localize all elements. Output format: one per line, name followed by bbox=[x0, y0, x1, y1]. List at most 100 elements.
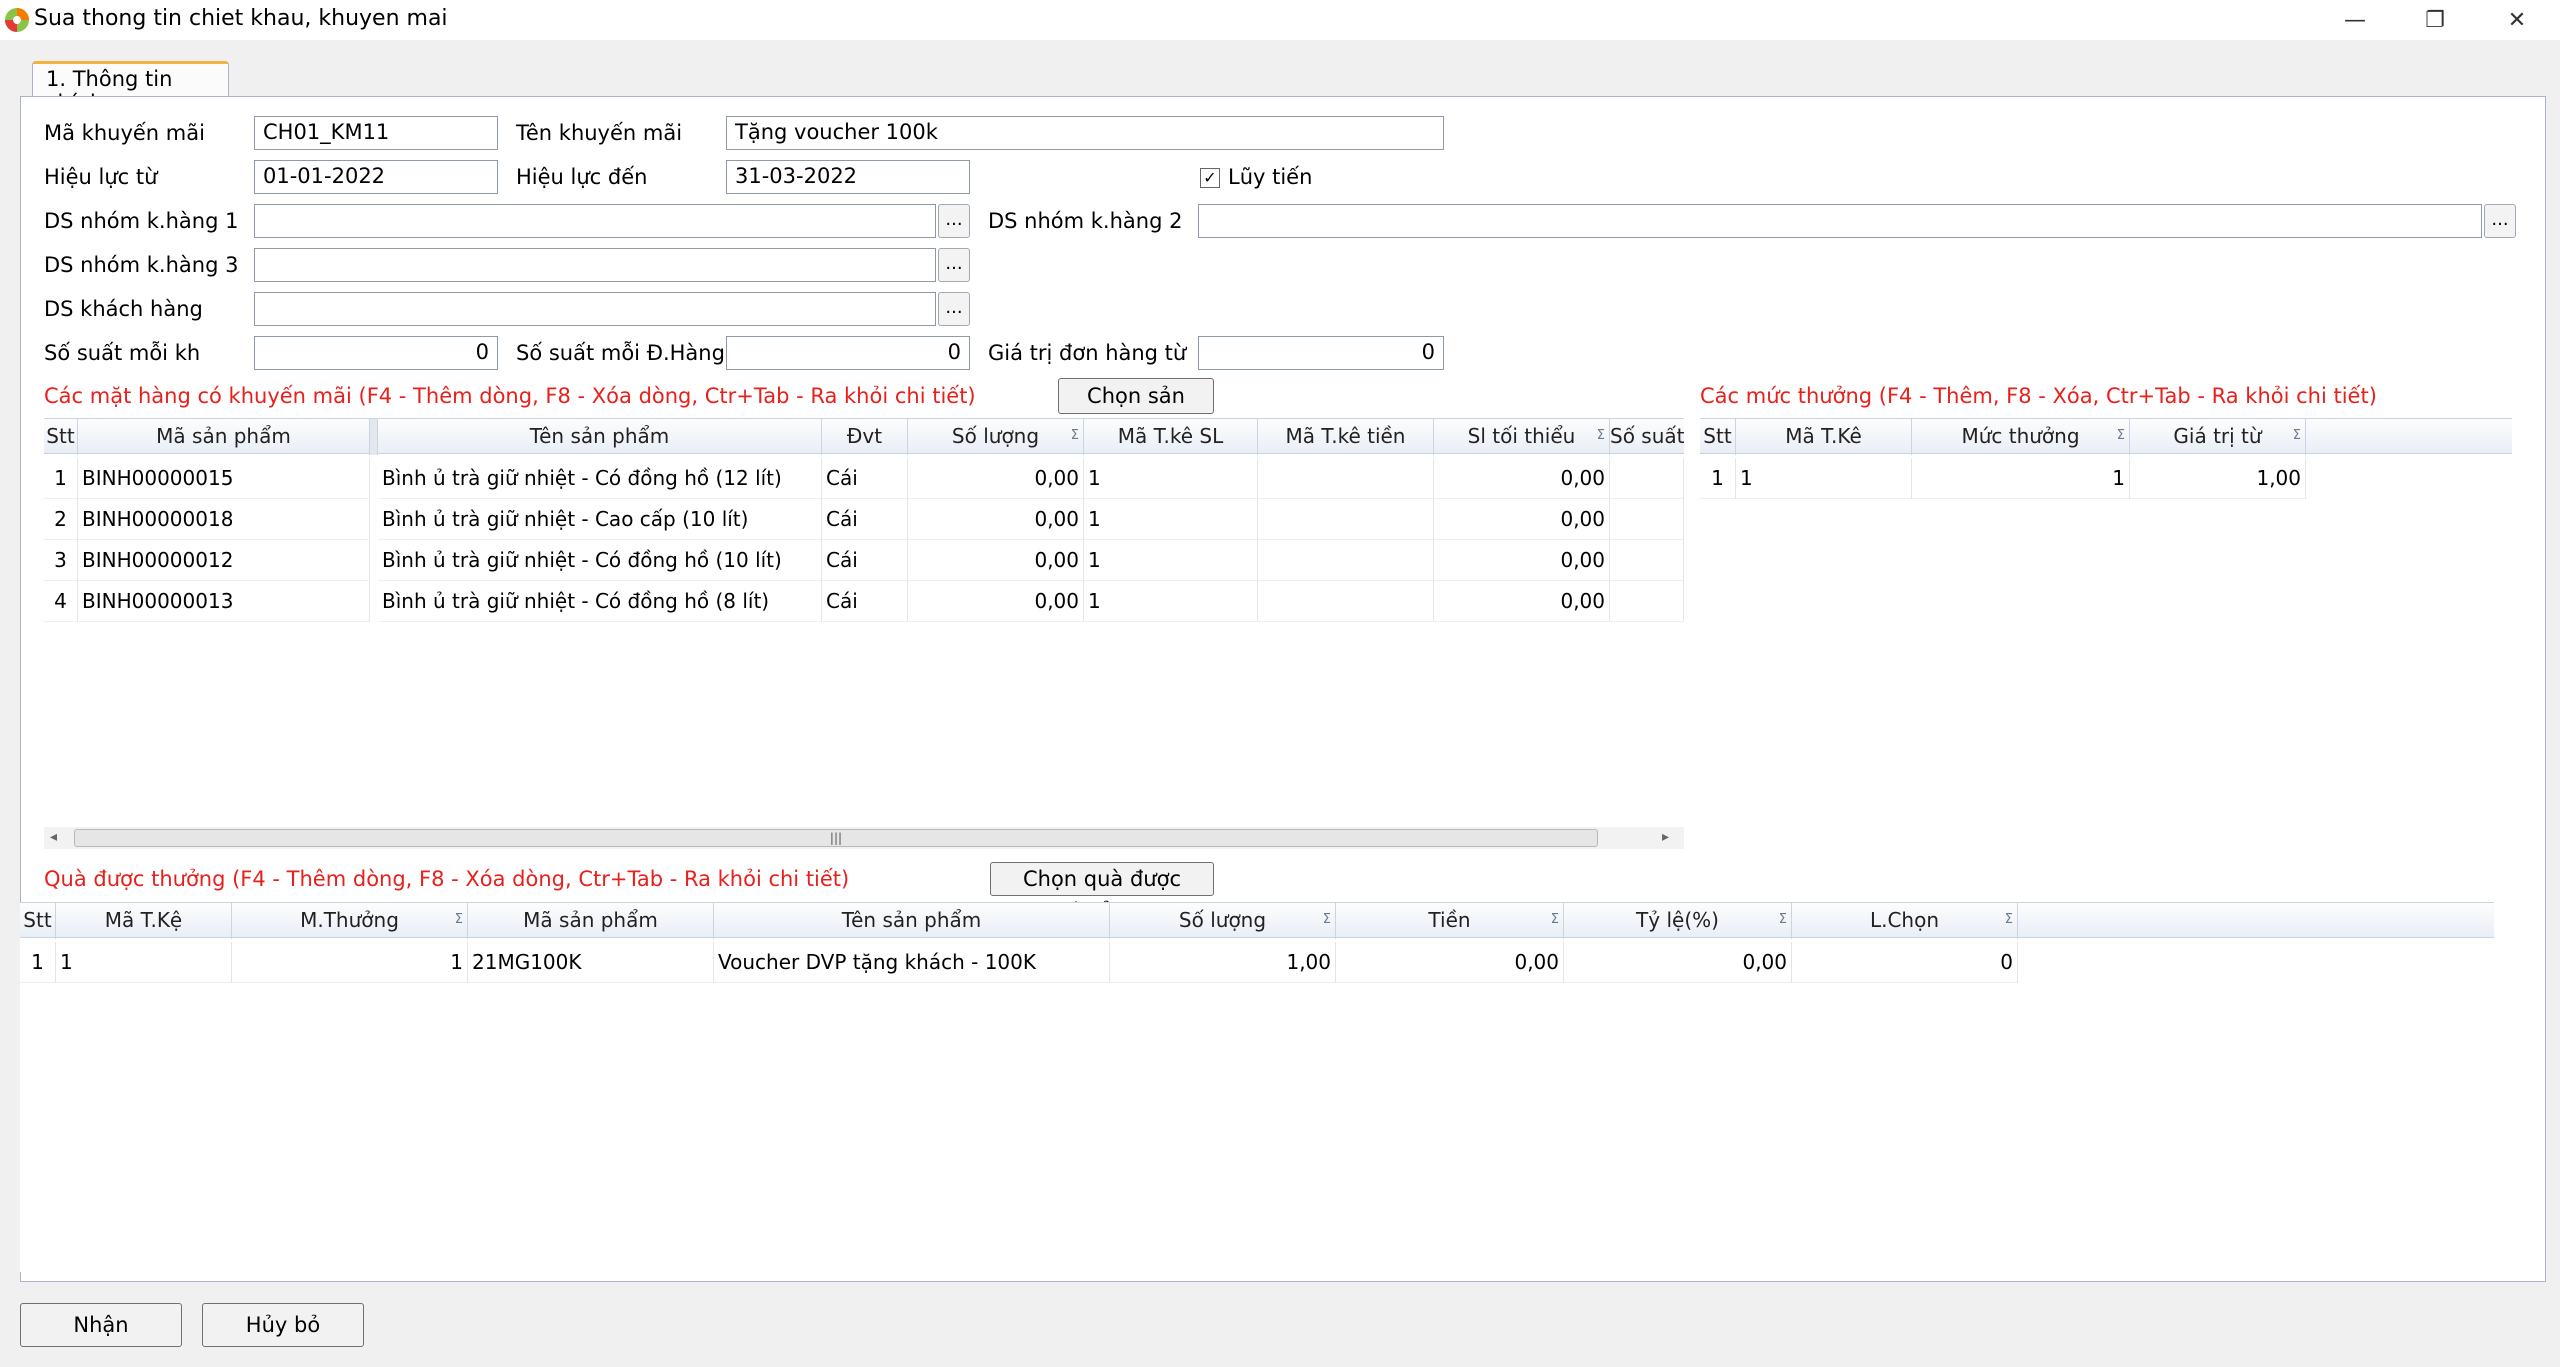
col-stt[interactable]: Stt bbox=[44, 419, 78, 455]
cell-so-suat[interactable] bbox=[1610, 581, 1684, 622]
cell-tien[interactable]: 0,00 bbox=[1336, 942, 1564, 983]
cell-dvt[interactable]: Cái bbox=[822, 581, 908, 622]
col-m-thuong[interactable]: M.Thưởng Σ bbox=[232, 903, 468, 939]
cell-so-luong[interactable]: 1,00 bbox=[1110, 942, 1336, 983]
cell-ma-san-pham[interactable]: BINH00000018 bbox=[78, 499, 370, 540]
col-ten-san-pham[interactable]: Tên sản phẩm bbox=[714, 903, 1110, 939]
cell-stt[interactable]: 2 bbox=[44, 499, 78, 540]
cell-ma-tke-tien[interactable] bbox=[1258, 581, 1434, 622]
chon-qua-duoc-thuong-button[interactable]: Chọn quà được thưởng bbox=[990, 862, 1214, 923]
ten-khuyen-mai-input[interactable]: Tặng voucher 100k bbox=[726, 116, 1444, 150]
cell-gia-tri-tu[interactable]: 1,00 bbox=[2130, 458, 2306, 499]
hieu-luc-den-input[interactable]: 31-03-2022 bbox=[726, 160, 970, 194]
restore-button[interactable]: ❐ bbox=[2400, 0, 2470, 40]
cell-ma-san-pham[interactable]: BINH00000013 bbox=[78, 581, 370, 622]
cell-ten-san-pham[interactable]: Bình ủ trà giữ nhiệt - Có đồng hồ (8 lít… bbox=[378, 581, 822, 622]
sum-icon[interactable]: Σ bbox=[1323, 903, 1331, 937]
cell-so-luong[interactable]: 0,00 bbox=[908, 458, 1084, 499]
cell-ten-san-pham[interactable]: Bình ủ trà giữ nhiệt - Cao cấp (10 lít) bbox=[378, 499, 822, 540]
chon-san-pham-button[interactable]: Chọn sản phẩm bbox=[1058, 378, 1214, 442]
luy-tien-checkbox[interactable]: ✓ bbox=[1200, 168, 1220, 188]
cell-stt[interactable]: 1 bbox=[44, 458, 78, 499]
scroll-right-icon[interactable]: ▸ bbox=[1662, 829, 1669, 845]
cell-so-suat[interactable] bbox=[1610, 458, 1684, 499]
cell-ty-le[interactable]: 0,00 bbox=[1564, 942, 1792, 983]
cell-so-luong[interactable]: 0,00 bbox=[908, 499, 1084, 540]
cell-stt[interactable]: 1 bbox=[1700, 458, 1736, 499]
cell-ma-tke-sl[interactable]: 1 bbox=[1084, 458, 1258, 499]
ds-nhom-kh-1-browse-button[interactable]: ... bbox=[938, 204, 970, 238]
sum-icon[interactable]: Σ bbox=[2293, 419, 2301, 453]
close-button[interactable]: ✕ bbox=[2482, 0, 2552, 40]
cell-dvt[interactable]: Cái bbox=[822, 499, 908, 540]
cell-so-suat[interactable] bbox=[1610, 540, 1684, 581]
col-ma-san-pham[interactable]: Mã sản phẩm bbox=[78, 419, 370, 455]
col-l-chon[interactable]: L.Chọn Σ bbox=[1792, 903, 2018, 939]
cell-ma-tke-tien[interactable] bbox=[1258, 499, 1434, 540]
cell-sl-toi-thieu[interactable]: 0,00 bbox=[1434, 581, 1610, 622]
cell-so-suat[interactable] bbox=[1610, 499, 1684, 540]
sum-icon[interactable]: Σ bbox=[1071, 419, 1079, 453]
cell-so-luong[interactable]: 0,00 bbox=[908, 540, 1084, 581]
sum-icon[interactable]: Σ bbox=[1597, 419, 1605, 453]
cell-ma-san-pham[interactable]: 21MG100K bbox=[468, 942, 714, 983]
cell-ma-san-pham[interactable]: BINH00000012 bbox=[78, 540, 370, 581]
products-hscroll-thumb[interactable]: ||| bbox=[74, 829, 1598, 847]
huy-bo-button[interactable]: Hủy bỏ bbox=[202, 1303, 364, 1347]
minimize-button[interactable]: — bbox=[2320, 0, 2390, 40]
cell-ma-tke[interactable]: 1 bbox=[56, 942, 232, 983]
col-ma-san-pham[interactable]: Mã sản phẩm bbox=[468, 903, 714, 939]
levels-grid[interactable]: Stt Mã T.Kê Mức thưởng Σ Giá trị từ Σ 1111… bbox=[1700, 418, 2512, 854]
cell-ma-tke-tien[interactable] bbox=[1258, 458, 1434, 499]
cell-stt[interactable]: 1 bbox=[20, 942, 56, 983]
col-dvt[interactable]: Đvt bbox=[822, 419, 908, 455]
ds-khach-hang-browse-button[interactable]: ... bbox=[938, 292, 970, 326]
cell-stt[interactable]: 3 bbox=[44, 540, 78, 581]
ds-nhom-kh-3-input[interactable] bbox=[254, 248, 936, 282]
col-ma-tke-sl[interactable]: Mã T.kê SL bbox=[1084, 419, 1258, 455]
cell-dvt[interactable]: Cái bbox=[822, 540, 908, 581]
ds-khach-hang-input[interactable] bbox=[254, 292, 936, 326]
ds-nhom-kh-2-browse-button[interactable]: ... bbox=[2484, 204, 2516, 238]
cell-sl-toi-thieu[interactable]: 0,00 bbox=[1434, 499, 1610, 540]
col-ty-le[interactable]: Tỷ lệ(%) Σ bbox=[1564, 903, 1792, 939]
col-so-luong[interactable]: Số lượng Σ bbox=[1110, 903, 1336, 939]
products-grid[interactable]: Stt Mã sản phẩm Tên sản phẩm Đvt Số lượn… bbox=[44, 418, 1684, 827]
sum-icon[interactable]: Σ bbox=[2117, 419, 2125, 453]
cell-ten-san-pham[interactable]: Bình ủ trà giữ nhiệt - Có đồng hồ (12 lí… bbox=[378, 458, 822, 499]
col-ma-tke-tien[interactable]: Mã T.kê tiền bbox=[1258, 419, 1434, 455]
col-ma-tke[interactable]: Mã T.Kê bbox=[1736, 419, 1912, 455]
cell-ma-tke[interactable]: 1 bbox=[1736, 458, 1912, 499]
so-suat-kh-input[interactable]: 0 bbox=[254, 336, 498, 370]
col-so-luong[interactable]: Số lượng Σ bbox=[908, 419, 1084, 455]
col-stt[interactable]: Stt bbox=[1700, 419, 1736, 455]
tab-thong-tin-chinh[interactable]: 1. Thông tin chính bbox=[32, 61, 229, 115]
cell-sl-toi-thieu[interactable]: 0,00 bbox=[1434, 458, 1610, 499]
sum-icon[interactable]: Σ bbox=[1551, 903, 1559, 937]
nhan-button[interactable]: Nhận bbox=[20, 1303, 182, 1347]
cell-dvt[interactable]: Cái bbox=[822, 458, 908, 499]
so-suat-dh-input[interactable]: 0 bbox=[726, 336, 970, 370]
cell-so-luong[interactable]: 0,00 bbox=[908, 581, 1084, 622]
cell-ma-tke-tien[interactable] bbox=[1258, 540, 1434, 581]
cell-stt[interactable]: 4 bbox=[44, 581, 78, 622]
ds-nhom-kh-2-input[interactable] bbox=[1198, 204, 2482, 238]
cell-muc-thuong[interactable]: 1 bbox=[1912, 458, 2130, 499]
cell-ma-tke-sl[interactable]: 1 bbox=[1084, 499, 1258, 540]
cell-ma-tke-sl[interactable]: 1 bbox=[1084, 581, 1258, 622]
scroll-left-icon[interactable]: ◂ bbox=[50, 829, 57, 845]
cell-ten-san-pham[interactable]: Voucher DVP tặng khách - 100K bbox=[714, 942, 1110, 983]
cell-m-thuong[interactable]: 1 bbox=[232, 942, 468, 983]
col-stt[interactable]: Stt bbox=[20, 903, 56, 939]
col-splitter[interactable] bbox=[370, 419, 378, 455]
cell-sl-toi-thieu[interactable]: 0,00 bbox=[1434, 540, 1610, 581]
hieu-luc-tu-input[interactable]: 01-01-2022 bbox=[254, 160, 498, 194]
gia-tri-don-hang-input[interactable]: 0 bbox=[1198, 336, 1444, 370]
cell-ten-san-pham[interactable]: Bình ủ trà giữ nhiệt - Có đồng hồ (10 lí… bbox=[378, 540, 822, 581]
ma-khuyen-mai-input[interactable]: CH01_KM11 bbox=[254, 116, 498, 150]
col-gia-tri-tu[interactable]: Giá trị từ Σ bbox=[2130, 419, 2306, 455]
col-ma-tke[interactable]: Mã T.Kệ bbox=[56, 903, 232, 939]
cell-l-chon[interactable]: 0 bbox=[1792, 942, 2018, 983]
col-sl-toi-thieu[interactable]: Sl tối thiểu Σ bbox=[1434, 419, 1610, 455]
ds-nhom-kh-3-browse-button[interactable]: ... bbox=[938, 248, 970, 282]
